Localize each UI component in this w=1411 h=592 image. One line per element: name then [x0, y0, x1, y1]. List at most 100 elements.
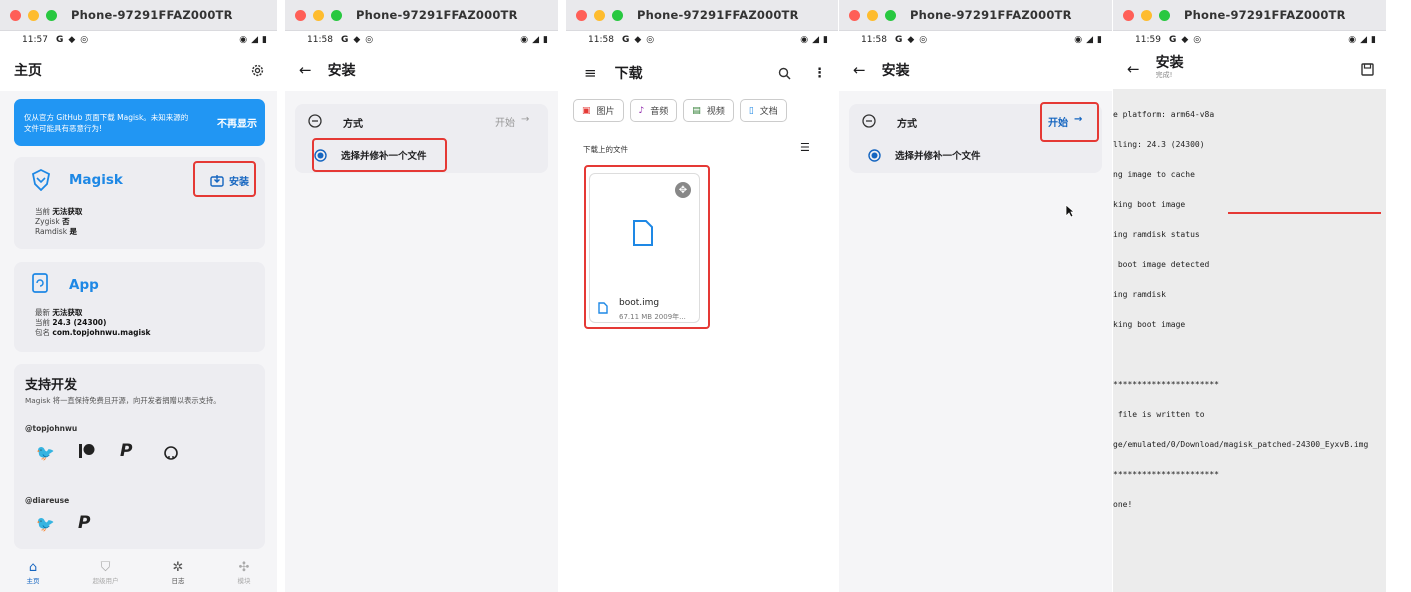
eye-icon: ◉	[520, 35, 529, 45]
highlight-start	[1040, 102, 1099, 142]
google-icon: G	[621, 35, 630, 45]
support-card: 支持开发 Magisk 将一直保持免费且开源，向开发者捐赠以表示支持。 @top…	[14, 364, 265, 549]
signal-icon: ◢	[251, 35, 259, 45]
back-arrow-icon[interactable]: ←	[1127, 60, 1140, 78]
status-time: 11:58	[861, 35, 887, 45]
log-line: **********************	[1113, 470, 1219, 479]
log-line: king boot image	[1113, 320, 1186, 329]
chip-label: 音频	[650, 107, 669, 117]
battery-icon: ▮	[823, 35, 828, 45]
status-bar: 11:58 G ◆ ◎ ◉ ◢ ▮	[566, 31, 838, 49]
app-info: 最新 无法获取 当前 24.3 (24300) 包名 com.topjohnwu…	[35, 308, 151, 338]
info-key: 包名	[35, 328, 50, 337]
battery-icon: ▮	[262, 35, 267, 45]
nav-logs[interactable]: ✲ 日志	[172, 560, 185, 585]
battery-icon: ▮	[1371, 35, 1376, 45]
minimize-button[interactable]	[313, 9, 324, 21]
github-icon[interactable]	[164, 446, 178, 460]
signal-icon: ◢	[1086, 35, 1094, 45]
shield-icon: ◆	[68, 35, 76, 45]
magisk-info: 当前 无法获取 Zygisk 否 Ramdisk 是	[35, 207, 82, 237]
battery-icon: ▮	[1097, 35, 1102, 45]
zoom-button[interactable]	[46, 9, 57, 21]
nav-home[interactable]: ⌂ 主页	[27, 560, 40, 585]
log-line: king boot image	[1113, 200, 1186, 209]
status-time: 11:58	[307, 35, 333, 45]
minimize-button[interactable]	[1141, 9, 1152, 21]
app-bar: 主页	[0, 49, 277, 91]
chip-images[interactable]: ▣ 图片	[573, 99, 624, 122]
close-button[interactable]	[10, 9, 21, 21]
minimize-button[interactable]	[28, 9, 39, 21]
info-value: 是	[69, 227, 77, 236]
chip-label: 视频	[706, 107, 725, 117]
back-arrow-icon[interactable]: ←	[853, 61, 866, 79]
log-line: ge/emulated/0/Download/magisk_patched-24…	[1113, 440, 1369, 449]
app-title: App	[69, 277, 99, 293]
at-icon: ◎	[365, 35, 374, 45]
chip-documents[interactable]: ▯ 文档	[739, 99, 787, 122]
zoom-button[interactable]	[612, 9, 623, 21]
image-icon: ▣	[582, 105, 591, 116]
window-install-select: Phone-97291FFAZ000TR 11:58 G ◆ ◎ ◉ ◢ ▮ ← 安装 …	[285, 0, 558, 592]
paypal-icon[interactable]: P	[120, 441, 132, 461]
nav-superuser[interactable]: ⛉ 超级用户	[93, 560, 119, 585]
page-title: 安装	[327, 63, 356, 79]
log-line: ing ramdisk	[1113, 290, 1166, 299]
start-button[interactable]: 开始 →	[495, 114, 529, 129]
chip-label: 图片	[596, 107, 615, 117]
search-icon[interactable]	[778, 67, 791, 80]
nav-label: 主页	[26, 576, 40, 585]
nav-modules[interactable]: ✣ 模块	[238, 560, 251, 585]
zoom-button[interactable]	[885, 9, 896, 21]
log-line: boot image detected	[1113, 260, 1210, 269]
list-view-icon[interactable]: ☰	[800, 141, 810, 154]
page-title: 安装	[881, 63, 910, 79]
window-install-start: Phone-97291FFAZ000TR 11:58 G ◆ ◎ ◉ ◢ ▮ ← 安装 …	[839, 0, 1112, 592]
window-home: Phone-97291FFAZ000TR 11:57 G ◆ ◎ ◉ ◢ ▮ 主页 仅从…	[0, 0, 277, 592]
close-button[interactable]	[295, 9, 306, 21]
page-subtitle: 完成!	[1155, 71, 1173, 79]
close-button[interactable]	[1123, 9, 1134, 21]
chip-audio[interactable]: ♪ 音频	[629, 99, 678, 122]
magisk-title: Magisk	[69, 172, 123, 188]
chip-video[interactable]: ▤ 视频	[683, 99, 734, 122]
at-icon: ◎	[646, 35, 655, 45]
title-bar: Phone-97291FFAZ000TR	[0, 0, 277, 31]
back-arrow-icon[interactable]: ←	[299, 61, 312, 79]
option-select-file[interactable]: 选择并修补一个文件	[868, 148, 981, 162]
puzzle-icon: ✣	[238, 559, 250, 575]
minimize-button[interactable]	[594, 9, 605, 21]
twitter-icon[interactable]: 🐦	[36, 444, 55, 462]
log-line: ng image to cache	[1113, 170, 1195, 179]
info-key: 最新	[35, 308, 50, 317]
info-key: Zygisk	[35, 217, 60, 226]
close-button[interactable]	[576, 9, 587, 21]
menu-icon[interactable]: ≡	[584, 64, 597, 82]
window-title: Phone-97291FFAZ000TR	[637, 8, 799, 22]
patreon-icon[interactable]	[78, 442, 96, 460]
minimize-button[interactable]	[867, 9, 878, 21]
signal-icon: ◢	[812, 35, 820, 45]
start-label: 开始	[495, 118, 515, 129]
save-icon[interactable]	[1361, 62, 1374, 76]
highlight-install	[193, 161, 256, 197]
method-label: 方式	[343, 119, 363, 130]
highlight-option	[312, 138, 447, 172]
shield-icon: ◆	[634, 35, 642, 45]
music-icon: ♪	[638, 105, 645, 116]
window-downloads: Phone-97291FFAZ000TR 11:58 G ◆ ◎ ◉ ◢ ▮ ≡ 下载 …	[566, 0, 838, 592]
zoom-button[interactable]	[1159, 9, 1170, 21]
twitter-icon[interactable]: 🐦	[36, 515, 55, 533]
close-button[interactable]	[849, 9, 860, 21]
more-vert-icon[interactable]: ⋮	[813, 66, 826, 81]
gear-icon[interactable]	[250, 63, 265, 78]
zoom-button[interactable]	[331, 9, 342, 21]
dismiss-banner-button[interactable]: 不再显示	[217, 115, 257, 130]
status-bar: 11:58 G ◆ ◎ ◉ ◢ ▮	[839, 31, 1112, 49]
log-line: e platform: arm64-v8a	[1113, 110, 1215, 119]
paypal-icon[interactable]: P	[78, 513, 90, 533]
info-value: 无法获取	[52, 308, 83, 317]
at-icon: ◎	[919, 35, 928, 45]
